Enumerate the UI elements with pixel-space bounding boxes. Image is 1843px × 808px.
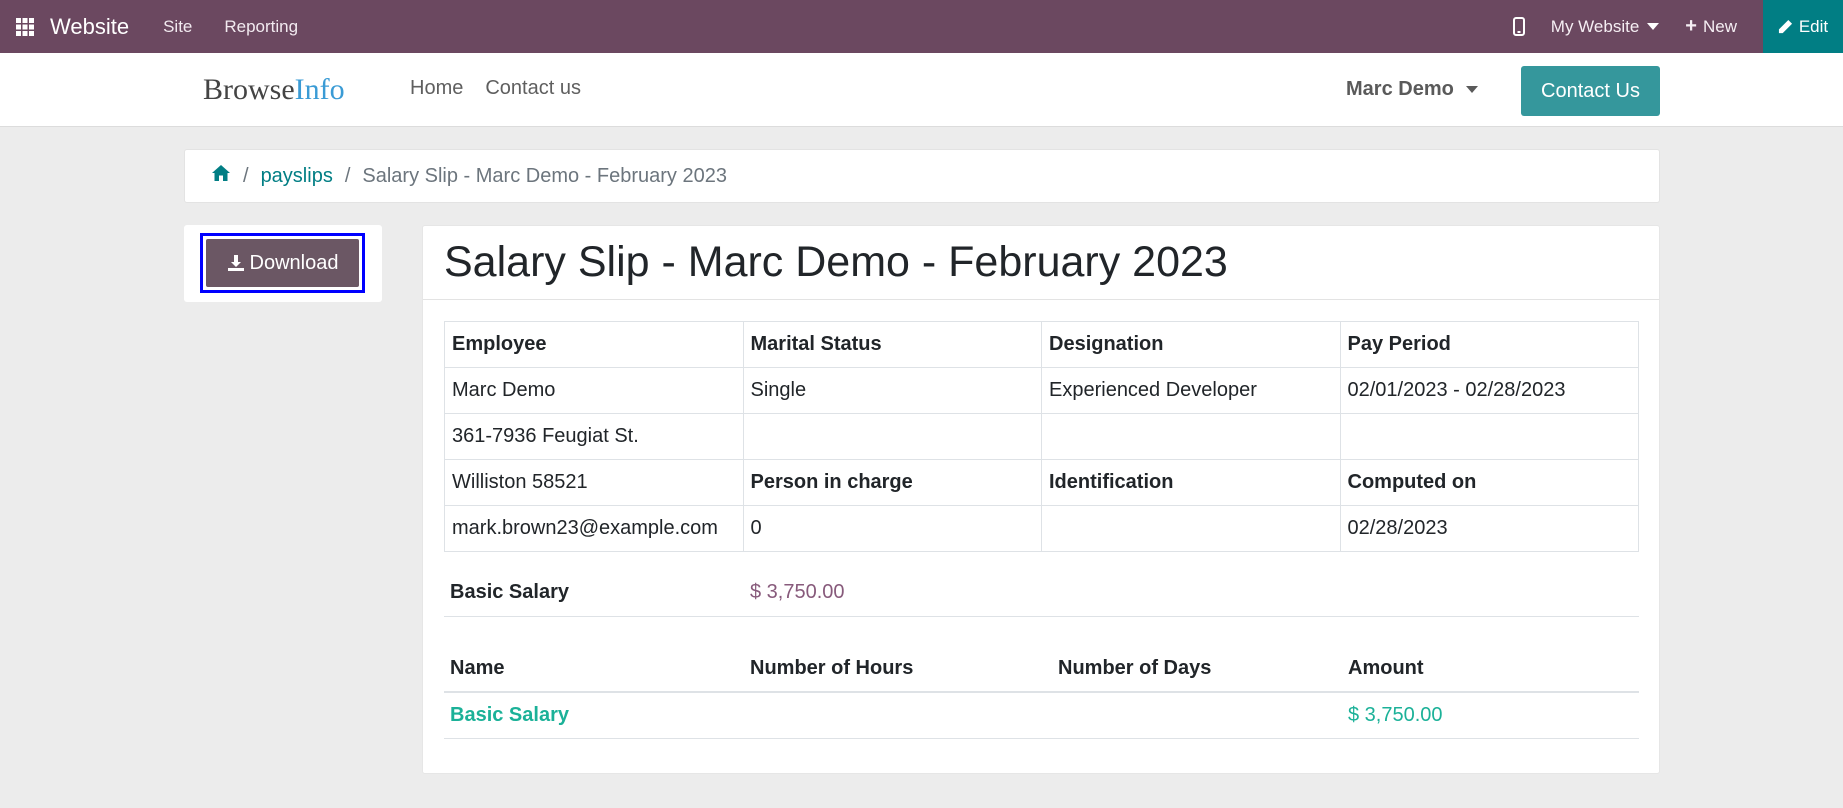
breadcrumb: / payslips / Salary Slip - Marc Demo - F…	[184, 149, 1660, 203]
chevron-down-icon	[1647, 23, 1660, 30]
nav-contact-us[interactable]: Contact us	[485, 77, 581, 100]
column-header-hours: Number of Hours	[744, 646, 1052, 693]
download-button[interactable]: Download	[200, 233, 365, 293]
apps-menu-icon[interactable]	[0, 0, 50, 53]
table-cell: 0	[742, 505, 1042, 552]
table-cell: Person in charge	[742, 459, 1042, 506]
plus-icon: +	[1685, 15, 1697, 37]
table-row: Marc Demo Single Experienced Developer 0…	[444, 367, 1639, 414]
actions-card: Download	[184, 225, 382, 302]
table-row: Basic Salary $ 3,750.00	[444, 692, 1639, 739]
table-cell: Computed on	[1339, 459, 1639, 506]
download-label: Download	[249, 251, 339, 274]
logo-text-info: Info	[294, 73, 345, 106]
table-cell: Identification	[1041, 459, 1341, 506]
app-name[interactable]: Website	[50, 14, 129, 40]
table-header-row: Name Number of Hours Number of Days Amou…	[444, 646, 1639, 693]
table-cell: Employee	[444, 321, 744, 368]
table-cell	[1041, 505, 1341, 552]
contact-us-button[interactable]: Contact Us	[1521, 66, 1660, 116]
divider	[444, 616, 1639, 617]
edit-label: Edit	[1798, 16, 1829, 36]
line-days	[1052, 692, 1342, 739]
table-cell: 02/01/2023 - 02/28/2023	[1339, 367, 1639, 414]
admin-navbar: Website Site Reporting My Website + New …	[0, 0, 1843, 53]
table-cell: Pay Period	[1339, 321, 1639, 368]
table-cell: Marital Status	[742, 321, 1042, 368]
column-header-amount: Amount	[1342, 646, 1639, 693]
line-amount: $ 3,750.00	[1342, 692, 1639, 739]
table-cell: Experienced Developer	[1041, 367, 1341, 414]
column-header-days: Number of Days	[1052, 646, 1342, 693]
basic-salary-label: Basic Salary	[450, 581, 569, 603]
table-row: Williston 58521 Person in charge Identif…	[444, 459, 1639, 506]
breadcrumb-payslips-link[interactable]: payslips	[261, 165, 333, 188]
table-cell: mark.brown23@example.com	[444, 505, 744, 552]
table-cell: Williston 58521	[444, 459, 744, 506]
salary-lines-table: Name Number of Hours Number of Days Amou…	[444, 646, 1639, 739]
line-name: Basic Salary	[444, 692, 744, 739]
table-row: 361-7936 Feugiat St.	[444, 413, 1639, 460]
website-switcher-label: My Website	[1550, 16, 1640, 36]
site-logo[interactable]: BrowseInfo	[203, 73, 345, 107]
mobile-preview-icon[interactable]	[1512, 17, 1525, 36]
chevron-down-icon	[1465, 86, 1478, 93]
basic-salary-value: $ 3,750.00	[750, 581, 845, 603]
website-header: BrowseInfo Home Contact us Marc Demo Con…	[0, 53, 1843, 127]
download-icon	[227, 255, 244, 271]
table-cell: Single	[742, 367, 1042, 414]
menu-reporting[interactable]: Reporting	[224, 17, 298, 37]
payslip-card: Salary Slip - Marc Demo - February 2023 …	[422, 225, 1660, 774]
user-menu[interactable]: Marc Demo	[1346, 78, 1478, 101]
page-title: Salary Slip - Marc Demo - February 2023	[444, 238, 1228, 286]
nav-home[interactable]: Home	[410, 77, 463, 100]
table-row: mark.brown23@example.com 0 02/28/2023	[444, 505, 1639, 552]
edit-button[interactable]: Edit	[1763, 0, 1843, 53]
table-cell: Marc Demo	[444, 367, 744, 414]
user-name: Marc Demo	[1346, 78, 1454, 100]
pencil-icon	[1778, 19, 1792, 34]
breadcrumb-current: Salary Slip - Marc Demo - February 2023	[362, 164, 727, 187]
menu-site[interactable]: Site	[163, 17, 192, 37]
home-icon[interactable]	[211, 164, 231, 188]
table-cell	[742, 413, 1042, 460]
breadcrumb-separator: /	[344, 164, 351, 187]
employee-info-table: Employee Marital Status Designation Pay …	[444, 321, 1639, 552]
table-cell	[1041, 413, 1341, 460]
column-header-name: Name	[444, 646, 744, 693]
table-cell	[1339, 413, 1639, 460]
new-label: New	[1702, 16, 1737, 36]
breadcrumb-separator: /	[243, 164, 249, 187]
table-row: Employee Marital Status Designation Pay …	[444, 321, 1639, 368]
website-switcher[interactable]: My Website	[1551, 17, 1660, 37]
line-hours	[744, 692, 1052, 739]
divider	[423, 299, 1659, 300]
logo-text-browse: Browse	[203, 73, 295, 106]
new-content-button[interactable]: + New	[1685, 15, 1737, 38]
table-cell: Designation	[1041, 321, 1341, 368]
table-cell: 361-7936 Feugiat St.	[444, 413, 744, 460]
main-nav: Home Contact us	[410, 77, 603, 100]
table-cell: 02/28/2023	[1339, 505, 1639, 552]
